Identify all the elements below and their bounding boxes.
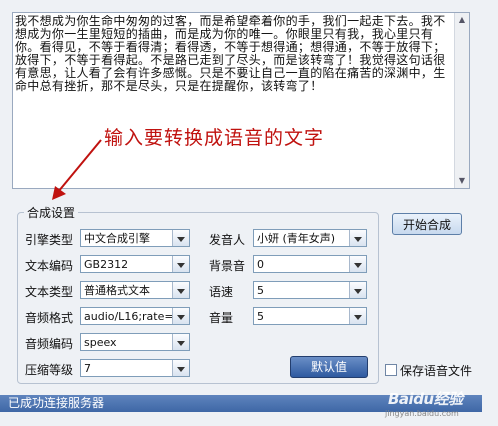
compression-level-select[interactable]: 7 xyxy=(80,359,190,377)
text-input-content[interactable]: 我不想成为你生命中匆匆的过客，而是希望牵着你的手，我们一起走下去。我不想成为你一… xyxy=(15,15,453,185)
watermark-logo: Baidu经验 xyxy=(388,390,463,408)
chevron-down-icon[interactable] xyxy=(172,230,189,246)
compression-level-label: 压缩等级 xyxy=(25,363,74,377)
audio-codec-label: 音频编码 xyxy=(25,337,74,351)
watermark-url: jingyan.baidu.com xyxy=(385,409,459,418)
chevron-down-icon[interactable] xyxy=(349,230,366,246)
chevron-down-icon[interactable] xyxy=(349,256,366,272)
engine-type-label: 引擎类型 xyxy=(25,233,74,247)
speaker-select[interactable]: 小妍 (青年女声) xyxy=(253,229,367,247)
save-audio-label: 保存语音文件 xyxy=(400,364,473,378)
text-type-label: 文本类型 xyxy=(25,285,74,299)
text-encoding-label: 文本编码 xyxy=(25,259,74,273)
audio-format-label: 音频格式 xyxy=(25,311,74,325)
chevron-down-icon[interactable] xyxy=(172,256,189,272)
annotation-label: 输入要转换成语音的文字 xyxy=(104,127,325,149)
chevron-down-icon[interactable] xyxy=(172,334,189,350)
scroll-up-icon[interactable]: ▲ xyxy=(455,13,469,27)
settings-group-title: 合成设置 xyxy=(24,204,79,221)
default-values-button[interactable]: 默认值 xyxy=(290,356,368,378)
audio-codec-select[interactable]: speex xyxy=(80,333,190,351)
text-encoding-select[interactable]: GB2312 xyxy=(80,255,190,273)
vertical-scrollbar[interactable]: ▲ ▼ xyxy=(454,13,469,188)
background-sound-select[interactable]: 0 xyxy=(253,255,367,273)
volume-label: 音量 xyxy=(209,311,234,325)
background-sound-label: 背景音 xyxy=(209,259,246,273)
save-audio-checkbox[interactable] xyxy=(385,364,397,376)
volume-select[interactable]: 5 xyxy=(253,307,367,325)
chevron-down-icon[interactable] xyxy=(172,282,189,298)
scroll-down-icon[interactable]: ▼ xyxy=(455,174,469,188)
text-input-area[interactable]: 我不想成为你生命中匆匆的过客，而是希望牵着你的手，我们一起走下去。我不想成为你一… xyxy=(12,12,470,189)
app-window: 我不想成为你生命中匆匆的过客，而是希望牵着你的手，我们一起走下去。我不想成为你一… xyxy=(0,0,498,426)
start-synthesis-button[interactable]: 开始合成 xyxy=(392,213,462,235)
watermark: Baidu经验 jingyan.baidu.com xyxy=(372,386,492,422)
chevron-down-icon[interactable] xyxy=(172,308,189,324)
chevron-down-icon[interactable] xyxy=(349,282,366,298)
chevron-down-icon[interactable] xyxy=(349,308,366,324)
chevron-down-icon[interactable] xyxy=(172,360,189,376)
speed-select[interactable]: 5 xyxy=(253,281,367,299)
audio-format-select[interactable]: audio/L16;rate= xyxy=(80,307,190,325)
text-type-select[interactable]: 普通格式文本 xyxy=(80,281,190,299)
speaker-label: 发音人 xyxy=(209,233,246,247)
engine-type-select[interactable]: 中文合成引擎 xyxy=(80,229,190,247)
speed-label: 语速 xyxy=(209,285,234,299)
